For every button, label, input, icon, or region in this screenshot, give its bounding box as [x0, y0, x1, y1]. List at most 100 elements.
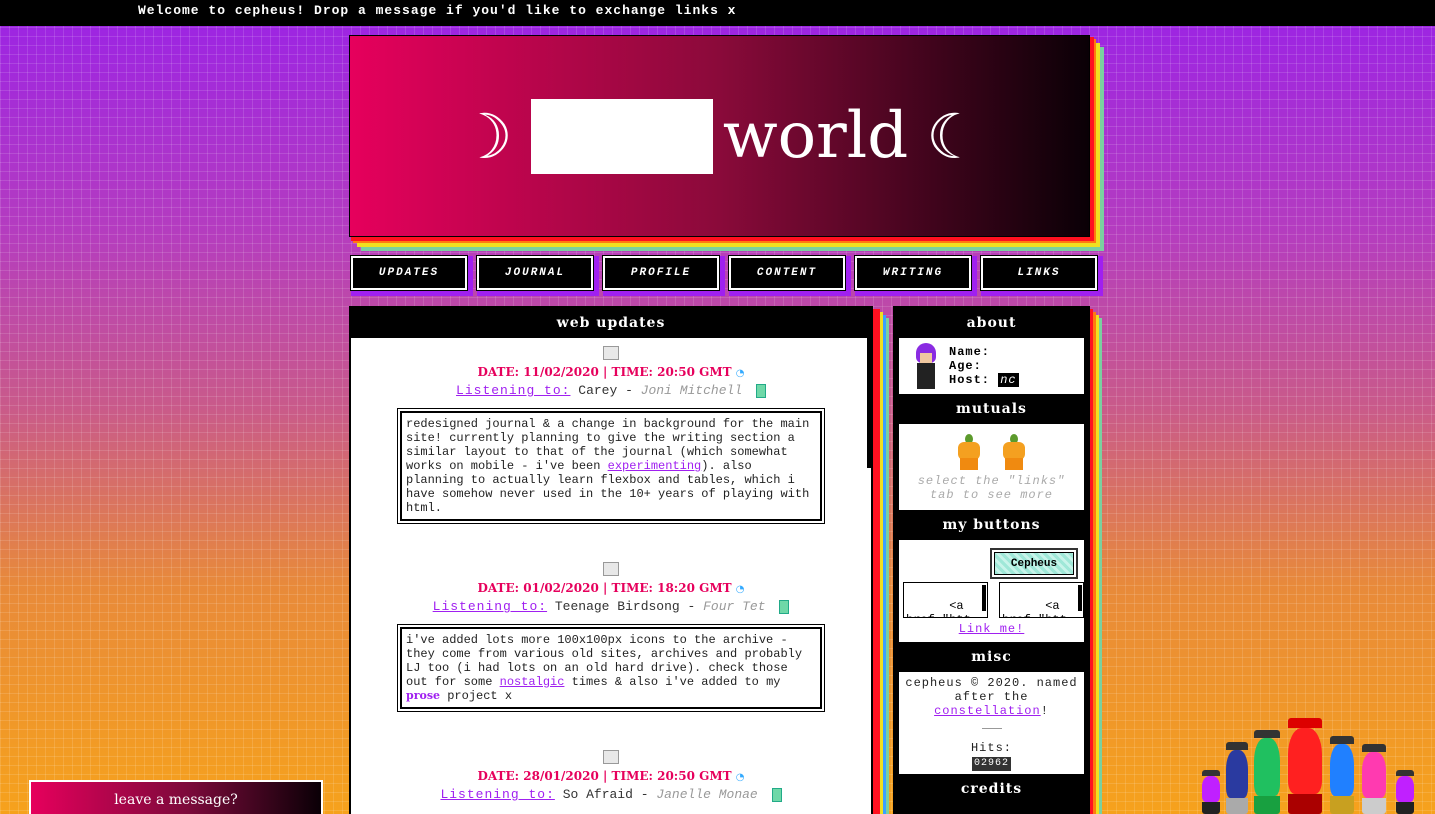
host-label: Host: [949, 373, 991, 387]
post-link[interactable]: experimenting [608, 459, 702, 473]
leave-message-button[interactable]: leave a message? [29, 780, 323, 814]
update-post: DATE: 11/02/2020 | TIME: 20:50 GMT ◔ Lis… [351, 346, 871, 524]
mutual-cat-button[interactable] [956, 434, 982, 470]
crescent-moon-icon: ☽ [457, 99, 513, 173]
update-post: DATE: 28/01/2020 | TIME: 20:50 GMT ◔ Lis… [351, 750, 871, 802]
song-title: Carey [578, 383, 618, 398]
main-nav: UPDATES JOURNAL PROFILE CONTENT WRITING … [349, 255, 1105, 298]
hits-label: Hits: [970, 741, 1012, 755]
song-separator: - [632, 787, 657, 802]
lava-lamp-icon [1362, 744, 1386, 814]
post-text: project x [440, 689, 513, 703]
crescent-moon-icon: ☾ [926, 99, 982, 173]
mutual-cat-button[interactable] [1001, 434, 1027, 470]
avatar [913, 343, 939, 389]
mutuals-title: mutuals [895, 394, 1088, 424]
divider [981, 728, 1002, 729]
mutuals-section: select the "links" tab to see more [899, 424, 1084, 510]
link-me-link[interactable]: Link me! [959, 622, 1025, 636]
music-player-icon [779, 599, 790, 614]
prose-link[interactable]: prose [406, 689, 440, 702]
listening-label[interactable]: Listening to: [440, 787, 554, 802]
about-title: about [895, 308, 1088, 338]
listening-line: Listening to: Teenage Birdsong - Four Te… [351, 599, 871, 614]
nav-journal[interactable]: JOURNAL [476, 255, 599, 296]
nav-content[interactable]: CONTENT [728, 255, 851, 296]
credit-line: cepheus © 2020. named after the constell… [903, 676, 1080, 718]
lava-lamp-icon [1288, 718, 1322, 814]
broken-image-icon [603, 346, 619, 360]
post-date-text: DATE: 01/02/2020 | TIME: 18:20 GMT [477, 581, 732, 595]
my-buttons-section: Cepheus <a href="htt <a href="htt Link m… [899, 540, 1084, 642]
misc-title: misc [895, 642, 1088, 672]
broken-image-icon [603, 562, 619, 576]
clock-icon: ◔ [735, 584, 745, 595]
post-body: redesigned journal & a change in backgro… [400, 411, 822, 521]
post-link[interactable]: nostalgic [500, 675, 565, 689]
age-label: Age: [949, 359, 982, 373]
music-player-icon [755, 383, 766, 398]
lava-lamp-icon [1330, 736, 1354, 814]
button-code-textarea[interactable]: <a href="htt [999, 582, 1084, 618]
host-value: nc [998, 373, 1019, 387]
updates-scrollbar[interactable] [867, 338, 871, 468]
song-title: So Afraid [562, 787, 633, 802]
post-body: i've added lots more 100x100px icons to … [400, 627, 822, 709]
song-separator: - [679, 599, 704, 614]
welcome-marquee: Welcome to cepheus! Drop a message if yo… [0, 0, 1435, 26]
post-body-frame: redesigned journal & a change in backgro… [397, 408, 825, 524]
lava-lamp-icon [1226, 742, 1248, 814]
mutuals-note: select the "links" tab to see more [917, 474, 1066, 502]
about-section: Name: Age: Host: nc [899, 338, 1084, 394]
credit-text: cepheus © 2020. named after the [905, 676, 1078, 704]
hit-counter: 02962 [971, 757, 1011, 771]
button-code-text: <a href="htt [1002, 599, 1067, 617]
updates-panel-title: web updates [351, 308, 871, 338]
post-date: DATE: 11/02/2020 | TIME: 20:50 GMT ◔ [351, 365, 871, 379]
site-banner: ☽ world ☾ [349, 35, 1090, 237]
lava-lamp-icon [1396, 770, 1414, 814]
lava-lamp-icon [1202, 770, 1220, 814]
constellation-link[interactable]: constellation [934, 704, 1041, 718]
nav-profile[interactable]: PROFILE [602, 255, 725, 296]
site-button-label: Cepheus [994, 552, 1074, 575]
post-date-text: DATE: 11/02/2020 | TIME: 20:50 GMT [477, 365, 732, 379]
music-player-icon [771, 787, 782, 802]
listening-line: Listening to: So Afraid - Janelle Monae [351, 787, 871, 802]
button-code-text: <a href="htt [906, 599, 971, 617]
nav-updates[interactable]: UPDATES [350, 255, 473, 296]
post-text: times & also i've added to my [564, 675, 781, 689]
name-label: Name: [949, 345, 991, 359]
clock-icon: ◔ [735, 368, 745, 379]
post-body-frame: i've added lots more 100x100px icons to … [397, 624, 825, 712]
nav-links[interactable]: LINKS [980, 255, 1103, 296]
misc-section: cepheus © 2020. named after the constell… [899, 672, 1084, 774]
button-code-textarea[interactable]: <a href="htt [903, 582, 988, 618]
credits-title: credits [895, 774, 1088, 804]
post-date: DATE: 28/01/2020 | TIME: 20:50 GMT ◔ [351, 769, 871, 783]
listening-line: Listening to: Carey - Joni Mitchell [351, 383, 871, 398]
listening-label[interactable]: Listening to: [456, 383, 570, 398]
update-post: DATE: 01/02/2020 | TIME: 18:20 GMT ◔ Lis… [351, 562, 871, 712]
song-artist: Janelle Monae [656, 787, 758, 802]
song-separator: - [617, 383, 641, 398]
mutual-buttons [903, 434, 1080, 474]
post-date: DATE: 01/02/2020 | TIME: 18:20 GMT ◔ [351, 581, 871, 595]
nav-writing[interactable]: WRITING [854, 255, 977, 296]
broken-image-icon [603, 750, 619, 764]
banner-title: world [722, 99, 909, 173]
post-date-text: DATE: 28/01/2020 | TIME: 20:50 GMT [477, 769, 732, 783]
about-fields: Name: Age: Host: nc [949, 345, 1019, 387]
song-artist: Joni Mitchell [640, 383, 743, 398]
host-row: Host: nc [949, 373, 1019, 387]
site-button[interactable]: Cepheus [990, 548, 1078, 579]
sidebar: about Name: Age: Host: nc mutuals select… [893, 306, 1090, 814]
listening-label[interactable]: Listening to: [433, 599, 547, 614]
updates-panel: web updates DATE: 11/02/2020 | TIME: 20:… [349, 306, 873, 814]
lava-lamps-decoration [1200, 708, 1425, 814]
song-title: Teenage Birdsong [554, 599, 680, 614]
banner-title-block [530, 98, 713, 174]
textarea-scrollbar[interactable] [982, 585, 986, 611]
textarea-scrollbar[interactable] [1078, 585, 1082, 611]
clock-icon: ◔ [735, 772, 745, 783]
